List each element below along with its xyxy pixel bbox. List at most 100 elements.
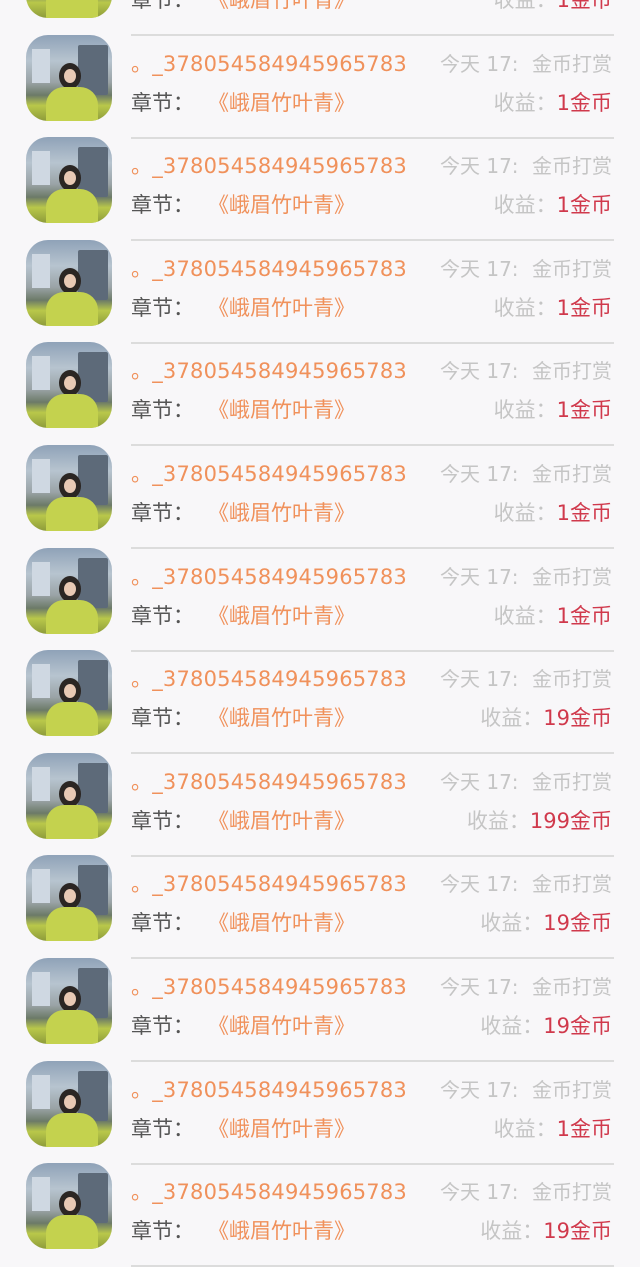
income-label: 收益： [493, 90, 557, 115]
avatar[interactable] [26, 855, 112, 942]
tipper-name[interactable]: 。_378054584945965783 [131, 458, 407, 488]
tipper-name[interactable]: 。_378054584945965783 [131, 868, 407, 898]
avatar[interactable] [26, 137, 112, 224]
tip-action: 金币打赏 [532, 1180, 612, 1205]
tip-time: 今天 17: [440, 51, 519, 76]
income-label: 收益： [466, 808, 530, 833]
avatar[interactable] [26, 342, 112, 429]
list-item[interactable]: 。_378054584945965783 今天 17: 金币打赏 章节： 《峨眉… [0, 1043, 640, 1165]
list-item[interactable]: 。_378054584945965783 今天 17: 金币打赏 章节： 《峨眉… [0, 1145, 640, 1267]
chapter-title[interactable]: 《峨眉竹叶青》 [208, 394, 355, 424]
tip-time: 今天 17: [440, 359, 519, 384]
list-item[interactable]: 。_378054584945965783 今天 17: 金币打赏 章节： 《峨眉… [0, 119, 640, 242]
avatar[interactable] [26, 34, 112, 121]
income-label: 收益： [493, 193, 557, 218]
avatar[interactable] [26, 752, 112, 839]
income-unit: 金币 [570, 1219, 612, 1244]
list-item[interactable]: 。_378054584945965783 今天 17: 金币打赏 章节： 《峨眉… [0, 632, 640, 755]
avatar[interactable] [26, 957, 112, 1044]
chapter-title[interactable]: 《峨眉竹叶青》 [208, 1010, 355, 1040]
income: 收益：1金币 [494, 1113, 612, 1143]
avatar[interactable] [26, 239, 112, 326]
list-item[interactable]: 。_378054584945965783 今天 17: 金币打赏 章节： 《峨眉… [0, 530, 640, 652]
income-amount: 19金币 [543, 1014, 612, 1038]
tipper-name[interactable]: 。_378054584945965783 [131, 48, 407, 78]
income-amount: 19金币 [543, 706, 612, 730]
income-unit: 金币 [570, 603, 612, 628]
tipper-name[interactable]: 。_378054584945965783 [131, 150, 407, 180]
chapter-title[interactable]: 《峨眉竹叶青》 [208, 0, 355, 14]
income-label: 收益： [493, 0, 557, 12]
chapter-label: 章节： [131, 706, 194, 731]
income: 收益：1金币 [494, 292, 612, 322]
income-value: 1 [556, 295, 570, 320]
tipper-name[interactable]: 。_378054584945965783 [131, 1176, 407, 1206]
list-item[interactable]: 。_378054584945965783 今天 17: 金币打赏 章节： 《峨眉… [0, 735, 640, 857]
tip-time: 今天 17: [440, 154, 519, 179]
chapter-title[interactable]: 《峨眉竹叶青》 [208, 1215, 355, 1245]
tipper-name[interactable]: 。_378054584945965783 [131, 355, 407, 385]
avatar[interactable] [26, 1060, 112, 1147]
tip-action: 金币打赏 [532, 769, 612, 794]
chapter-title[interactable]: 《峨眉竹叶青》 [208, 805, 355, 835]
chapter-label: 章节： [131, 1116, 194, 1141]
chapter-title[interactable]: 《峨眉竹叶青》 [208, 907, 355, 937]
avatar[interactable] [26, 0, 112, 18]
tipper-name[interactable]: 。_378054584945965783 [131, 971, 407, 1001]
list-item[interactable]: 。_378054584945965783 今天 17: 金币打赏 章节： 《峨眉… [0, 940, 640, 1062]
income-value: 19 [543, 911, 570, 936]
income-value: 19 [543, 706, 570, 731]
list-item[interactable]: 。_378054584945965783 今天 17: 金币打赏 章节： 《峨眉… [0, 222, 640, 344]
chapter-title[interactable]: 《峨眉竹叶青》 [208, 189, 355, 219]
income: 收益：19金币 [480, 702, 612, 732]
income: 收益：1金币 [494, 600, 612, 630]
tip-time: 今天 17: [440, 1077, 519, 1102]
tipper-name[interactable]: 。_378054584945965783 [131, 663, 407, 693]
tipper-name[interactable]: 。_378054584945965783 [131, 561, 407, 591]
tipper-name[interactable]: 。_378054584945965783 [131, 253, 407, 283]
chapter-title[interactable]: 《峨眉竹叶青》 [208, 600, 355, 630]
chapter-label: 章节： [131, 1219, 194, 1244]
tipper-name[interactable]: 。_378054584945965783 [131, 1074, 407, 1104]
tip-action: 金币打赏 [532, 51, 612, 76]
income-amount: 1金币 [557, 1117, 612, 1141]
list-item[interactable]: 。_378054584945965783 今天 17: 金币打赏 章节： 《峨眉… [0, 837, 640, 960]
list-item[interactable]: 。_378054584945965783 今天 17: 金币打赏 章节： 《峨眉… [0, 324, 640, 447]
list-item[interactable]: 。_378054584945965783 今天 17: 金币打赏 章节： 《峨眉… [0, 0, 640, 36]
income-value: 1 [556, 398, 570, 423]
income-unit: 金币 [570, 1013, 612, 1038]
income-amount: 1金币 [557, 193, 612, 217]
income: 收益：1金币 [494, 0, 612, 14]
income-label: 收益： [493, 500, 557, 525]
income: 收益：1金币 [494, 497, 612, 527]
chapter-title[interactable]: 《峨眉竹叶青》 [208, 497, 355, 527]
income-value: 19 [543, 1013, 570, 1038]
tip-time: 今天 17: [440, 667, 519, 692]
chapter-title[interactable]: 《峨眉竹叶青》 [208, 292, 355, 322]
income-value: 199 [529, 808, 570, 833]
chapter-label: 章节： [131, 0, 194, 12]
chapter-title[interactable]: 《峨眉竹叶青》 [208, 1113, 355, 1143]
tip-time: 今天 17: [440, 256, 519, 281]
income-label: 收益： [480, 1219, 544, 1244]
list-item[interactable]: 。_378054584945965783 今天 17: 金币打赏 章节： 《峨眉… [0, 17, 640, 139]
tip-action: 金币打赏 [532, 154, 612, 179]
tipper-name[interactable]: 。_378054584945965783 [131, 766, 407, 796]
list-item[interactable]: 。_378054584945965783 今天 17: 金币打赏 章节： 《峨眉… [0, 427, 640, 549]
chapter-title[interactable]: 《峨眉竹叶青》 [208, 87, 355, 117]
income-unit: 金币 [570, 706, 612, 731]
avatar[interactable] [26, 547, 112, 634]
income-value: 1 [556, 90, 570, 115]
income-label: 收益： [493, 1116, 557, 1141]
income-value: 1 [556, 500, 570, 525]
income-value: 1 [556, 0, 570, 12]
income-unit: 金币 [570, 90, 612, 115]
income: 收益：19金币 [480, 1010, 612, 1040]
income-unit: 金币 [570, 398, 612, 423]
income-amount: 1金币 [557, 91, 612, 115]
chapter-title[interactable]: 《峨眉竹叶青》 [208, 702, 355, 732]
chapter-label: 章节： [131, 500, 194, 525]
avatar[interactable] [26, 650, 112, 737]
avatar[interactable] [26, 444, 112, 531]
avatar[interactable] [26, 1163, 112, 1250]
